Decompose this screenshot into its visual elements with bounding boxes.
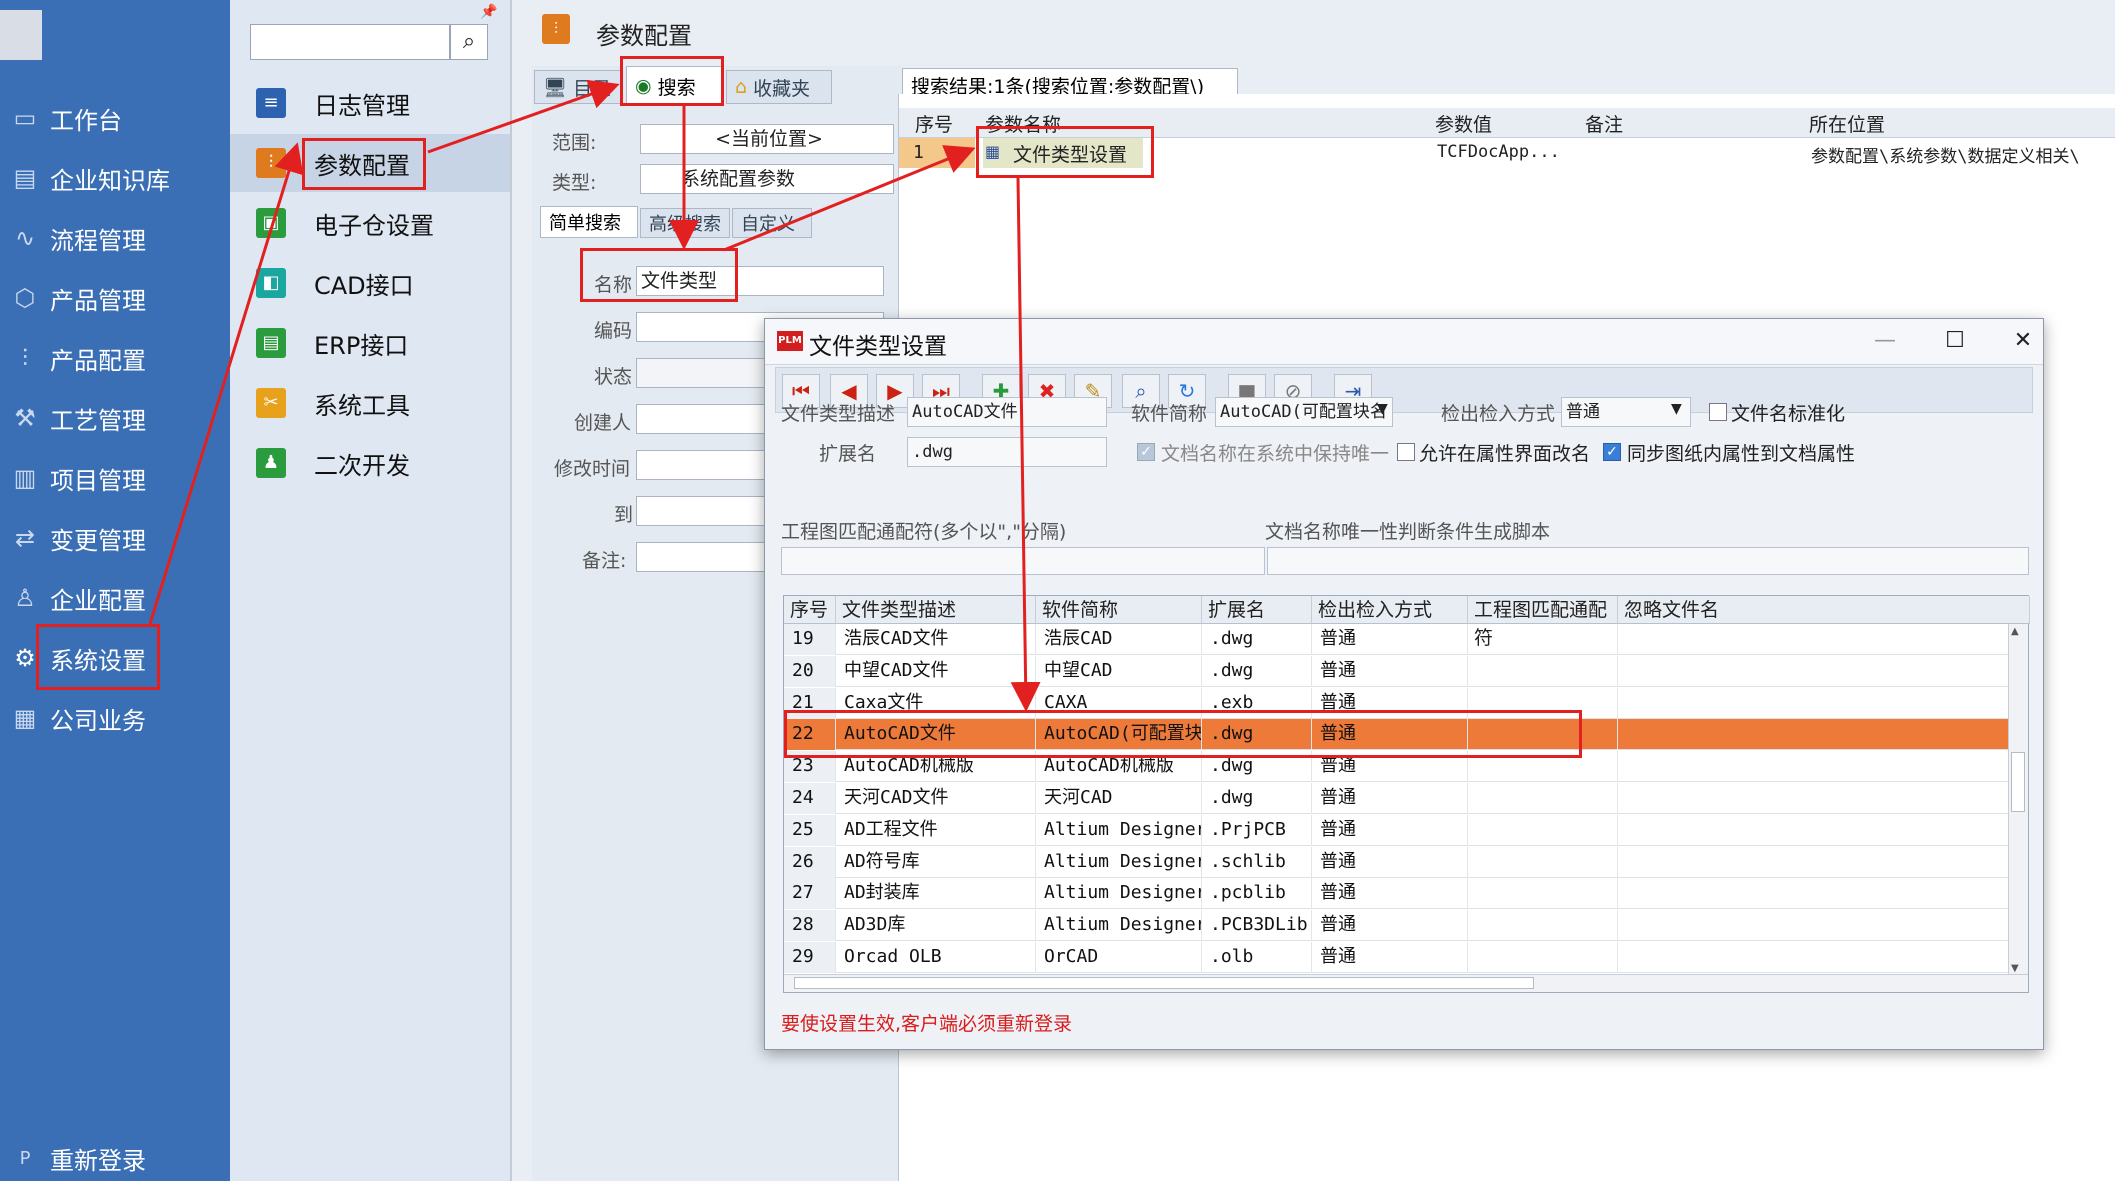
annotation-arrows xyxy=(148,79,1041,712)
